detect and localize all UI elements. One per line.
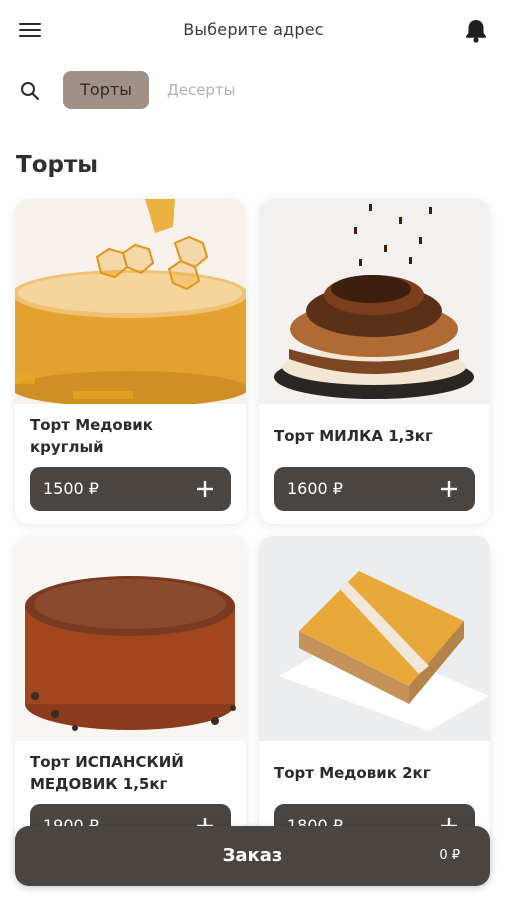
product-title: Торт ИСПАНСКИЙ МЕДОВИК 1,5кг xyxy=(30,753,184,793)
tab-cakes[interactable]: Торты xyxy=(63,71,149,109)
product-image-honey-cake-round xyxy=(15,199,246,404)
tab-desserts[interactable]: Десерты xyxy=(167,71,236,109)
search-icon[interactable] xyxy=(18,79,42,103)
order-label: Заказ xyxy=(222,845,283,866)
product-image-spanish-honey-cake xyxy=(15,536,246,741)
order-button[interactable]: Заказ 0 ₽ xyxy=(15,826,490,886)
add-to-cart-button[interactable]: 1600 ₽ xyxy=(274,467,475,511)
product-title: Торт Медовик круглый xyxy=(30,416,153,456)
top-bar: Выберите адрес xyxy=(0,0,507,62)
plus-icon xyxy=(441,481,457,497)
product-price: 1500 ₽ xyxy=(43,479,99,498)
product-card[interactable]: Торт ИСПАНСКИЙ МЕДОВИК 1,5кг 1900 ₽ xyxy=(15,536,246,876)
product-price: 1600 ₽ xyxy=(287,479,343,498)
product-image-milka-chocolate-cake xyxy=(259,199,490,404)
bell-icon[interactable] xyxy=(462,16,490,44)
add-to-cart-button[interactable]: 1500 ₽ xyxy=(30,467,231,511)
product-image-honey-cake-square xyxy=(259,536,490,741)
category-tabs: Торты Десерты xyxy=(0,68,507,112)
product-title: Торт МИЛКА 1,3кг xyxy=(274,427,433,445)
order-total: 0 ₽ xyxy=(439,848,460,863)
product-title: Торт Медовик 2кг xyxy=(274,764,431,782)
product-card[interactable]: Торт Медовик 2кг 1800 ₽ xyxy=(259,536,490,876)
section-title: Торты xyxy=(16,152,99,178)
address-selector[interactable]: Выберите адрес xyxy=(0,20,507,39)
product-card[interactable]: Торт Медовик круглый 1500 ₽ xyxy=(15,199,246,524)
product-card[interactable]: Торт МИЛКА 1,3кг 1600 ₽ xyxy=(259,199,490,524)
plus-icon xyxy=(197,481,213,497)
